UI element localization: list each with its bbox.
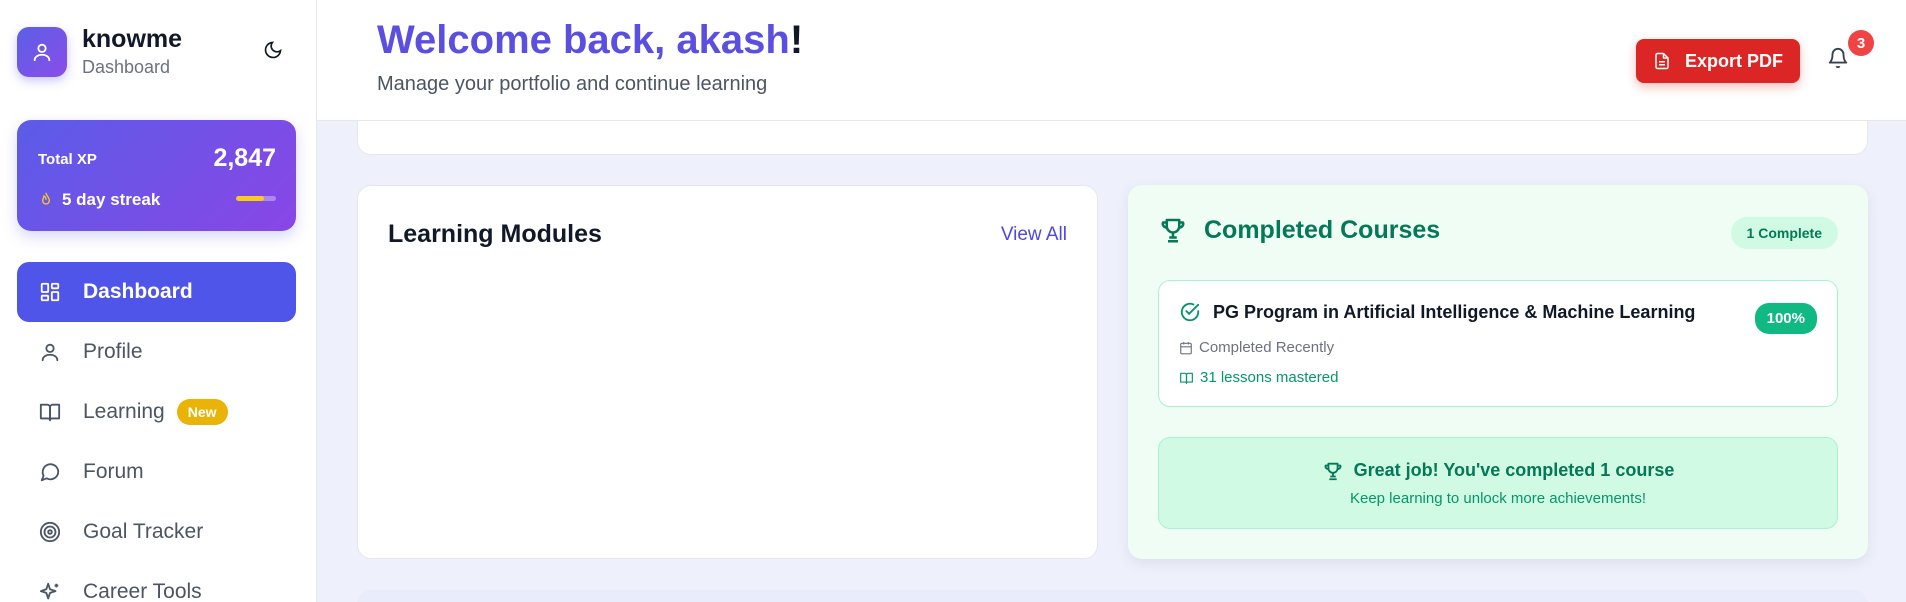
streak-label: 5 day streak (62, 190, 161, 209)
trophy-icon (1324, 462, 1342, 480)
chat-icon (37, 459, 63, 485)
page-subtitle: Manage your portfolio and continue learn… (377, 73, 768, 95)
sidebar-item-profile[interactable]: Profile (17, 322, 296, 382)
brand-name: knowme (82, 25, 183, 53)
congrats-banner: Great job! You've completed 1 course Kee… (1158, 437, 1838, 529)
brand-subtitle: Dashboard (82, 57, 171, 77)
page-title: Welcome back, akash! (377, 18, 804, 62)
learning-modules-title: Learning Modules (388, 220, 602, 248)
course-completed-date: Completed Recently (1199, 339, 1335, 356)
trophy-icon (1161, 218, 1185, 243)
notification-count-badge: 3 (1848, 30, 1874, 56)
page-header: Welcome back, akash! Manage your portfol… (317, 0, 1906, 121)
course-percent-badge: 100% (1754, 303, 1817, 334)
congrats-title: Great job! You've completed 1 course (1353, 460, 1675, 480)
export-pdf-button[interactable]: Export PDF (1636, 39, 1800, 83)
completed-courses-title: Completed Courses (1204, 215, 1441, 244)
course-lessons: 31 lessons mastered (1200, 369, 1339, 386)
sparkles-icon (37, 579, 63, 602)
sidebar-item-label: Career Tools (83, 580, 202, 602)
sidebar-item-label: Profile (83, 340, 143, 363)
sidebar-item-learning[interactable]: Learning New (17, 382, 296, 442)
sidebar-item-goal-tracker[interactable]: Goal Tracker (17, 502, 296, 562)
main-content: Welcome back, akash! Manage your portfol… (317, 0, 1906, 602)
sidebar-item-label: Forum (83, 460, 144, 483)
xp-value: 2,847 (213, 144, 276, 172)
user-icon (17, 26, 67, 77)
completed-courses-card: Completed Courses 1 Complete PG Program … (1128, 185, 1868, 559)
sidebar-item-label: Dashboard (83, 280, 193, 303)
view-all-link[interactable]: View All (1001, 224, 1067, 246)
export-pdf-label: Export PDF (1684, 50, 1783, 71)
sidebar-item-forum[interactable]: Forum (17, 442, 296, 502)
completed-count-badge: 1 Complete (1730, 217, 1838, 249)
xp-progress-bar (236, 196, 276, 201)
streak: 5 day streak (38, 190, 160, 210)
sidebar-item-label: Learning (83, 400, 165, 423)
sidebar-nav: Dashboard Profile Learning New Forum Goa… (17, 262, 296, 602)
target-icon (37, 519, 63, 545)
sidebar: knowme Dashboard Total XP 2,847 5 day st… (0, 0, 317, 602)
username: akash (676, 18, 790, 62)
brand[interactable]: knowme Dashboard (17, 25, 182, 78)
user-icon (37, 339, 63, 365)
grid-icon (37, 279, 63, 305)
check-circle-icon (1180, 302, 1200, 322)
learning-modules-card: Learning Modules View All (357, 185, 1098, 559)
book-open-icon (37, 399, 63, 425)
sidebar-item-label: Goal Tracker (83, 520, 204, 543)
congrats-subtitle: Keep learning to unlock more achievement… (1349, 489, 1646, 507)
bell-icon[interactable] (1827, 47, 1851, 71)
file-text-icon (1655, 52, 1669, 70)
course-list-item[interactable]: PG Program in Artificial Intelligence & … (1158, 280, 1838, 407)
xp-card: Total XP 2,847 5 day streak (17, 120, 296, 231)
xp-label: Total XP (38, 151, 97, 168)
flame-icon (41, 192, 51, 205)
xp-progress-fill (236, 196, 264, 201)
new-badge: New (176, 399, 228, 425)
app-root: knowme Dashboard Total XP 2,847 5 day st… (0, 0, 1906, 602)
next-section-card (357, 590, 1868, 602)
sidebar-item-dashboard[interactable]: Dashboard (17, 262, 296, 322)
book-open-icon (1180, 372, 1193, 384)
moon-icon[interactable] (260, 37, 286, 63)
calendar-icon (1180, 341, 1192, 354)
sidebar-item-career-tools[interactable]: Career Tools (17, 562, 296, 602)
course-name: PG Program in Artificial Intelligence & … (1213, 301, 1696, 322)
